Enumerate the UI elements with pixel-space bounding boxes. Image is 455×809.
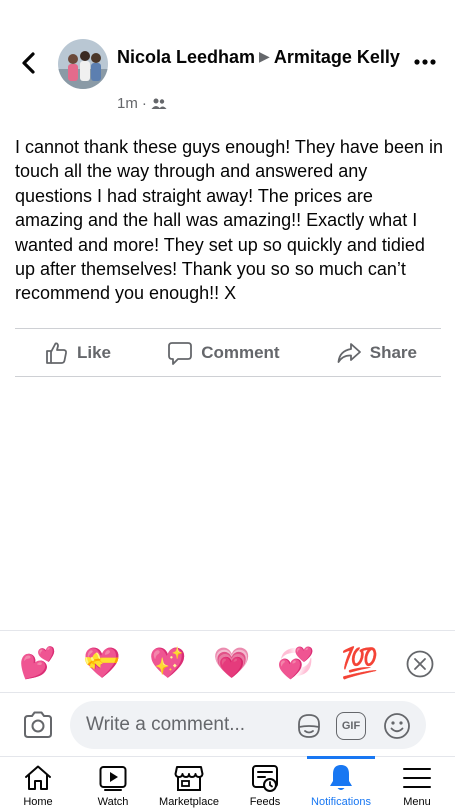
post-actions: Like Comment Share	[15, 329, 441, 377]
nav-menu[interactable]: Menu	[397, 757, 437, 809]
nav-watch-label: Watch	[97, 796, 129, 808]
home-icon	[25, 765, 51, 790]
comment-input[interactable]: Write a comment... GIF	[70, 701, 426, 749]
bell-icon	[330, 765, 352, 790]
share-arrow-icon	[337, 343, 361, 363]
post-header: Nicola Leedham ▶ Armitage Kelly 1m ·	[0, 0, 455, 120]
divider-bottom	[15, 376, 441, 377]
revolving-hearts-emoji[interactable]: 💞	[276, 643, 316, 683]
growing-heart-emoji[interactable]: 💗	[212, 643, 252, 683]
video-play-icon	[99, 766, 127, 791]
nav-watch[interactable]: Watch	[93, 757, 133, 809]
bottom-nav: Home Watch Marketplace Feeds Notificatio…	[0, 756, 455, 809]
heart-with-ribbon-emoji[interactable]: 💝	[82, 643, 122, 683]
close-reactions-icon[interactable]	[405, 649, 435, 679]
post-meta: 1m ·	[117, 95, 167, 112]
comment-button[interactable]: Comment	[167, 340, 280, 366]
back-arrow-icon[interactable]	[14, 48, 44, 78]
avatar[interactable]	[58, 39, 108, 89]
thumbs-up-icon	[46, 342, 67, 364]
nav-menu-label: Menu	[403, 796, 431, 808]
share-button[interactable]: Share	[336, 340, 417, 366]
hamburger-menu-icon	[403, 768, 431, 788]
group-name[interactable]: Armitage Kelly	[274, 47, 400, 67]
gif-label: GIF	[341, 720, 361, 732]
nav-feeds-label: Feeds	[249, 796, 281, 808]
feeds-clock-icon	[252, 765, 278, 792]
more-options-icon[interactable]	[413, 54, 437, 70]
sparkling-heart-emoji[interactable]: 💖	[148, 643, 188, 683]
comment-placeholder: Write a comment...	[86, 714, 246, 735]
quick-reactions-bar: 💕 💝 💖 💗 💞 💯	[0, 630, 455, 692]
comment-bubble-icon	[168, 342, 193, 365]
share-label: Share	[369, 343, 417, 362]
sticker-icon[interactable]	[294, 711, 324, 741]
nav-home[interactable]: Home	[18, 757, 58, 809]
nav-marketplace[interactable]: Marketplace	[155, 757, 223, 809]
triangle-right-icon: ▶	[259, 48, 270, 64]
nav-feeds[interactable]: Feeds	[245, 757, 285, 809]
friends-icon	[151, 98, 167, 109]
post-time[interactable]: 1m	[117, 95, 138, 112]
post-body: I cannot thank these guys enough! They h…	[15, 137, 443, 304]
nav-notifications[interactable]: Notifications	[305, 757, 377, 809]
like-label: Like	[77, 343, 112, 362]
storefront-icon	[174, 766, 204, 791]
like-button[interactable]: Like	[43, 340, 111, 366]
gif-button[interactable]: GIF	[336, 712, 366, 740]
hundred-points-emoji[interactable]: 💯	[340, 643, 380, 683]
comment-label: Comment	[201, 343, 280, 362]
emoji-smiley-icon[interactable]	[382, 711, 412, 741]
two-hearts-emoji[interactable]: 💕	[18, 643, 58, 683]
post-author-line: Nicola Leedham ▶ Armitage Kelly	[117, 44, 407, 69]
comment-composer: Write a comment... GIF	[0, 692, 455, 756]
camera-icon[interactable]	[22, 710, 54, 740]
nav-home-label: Home	[23, 796, 53, 808]
nav-marketplace-label: Marketplace	[159, 796, 219, 808]
nav-notifications-label: Notifications	[311, 796, 371, 808]
author-name[interactable]: Nicola Leedham	[117, 47, 255, 67]
meta-dot: ·	[141, 95, 147, 112]
